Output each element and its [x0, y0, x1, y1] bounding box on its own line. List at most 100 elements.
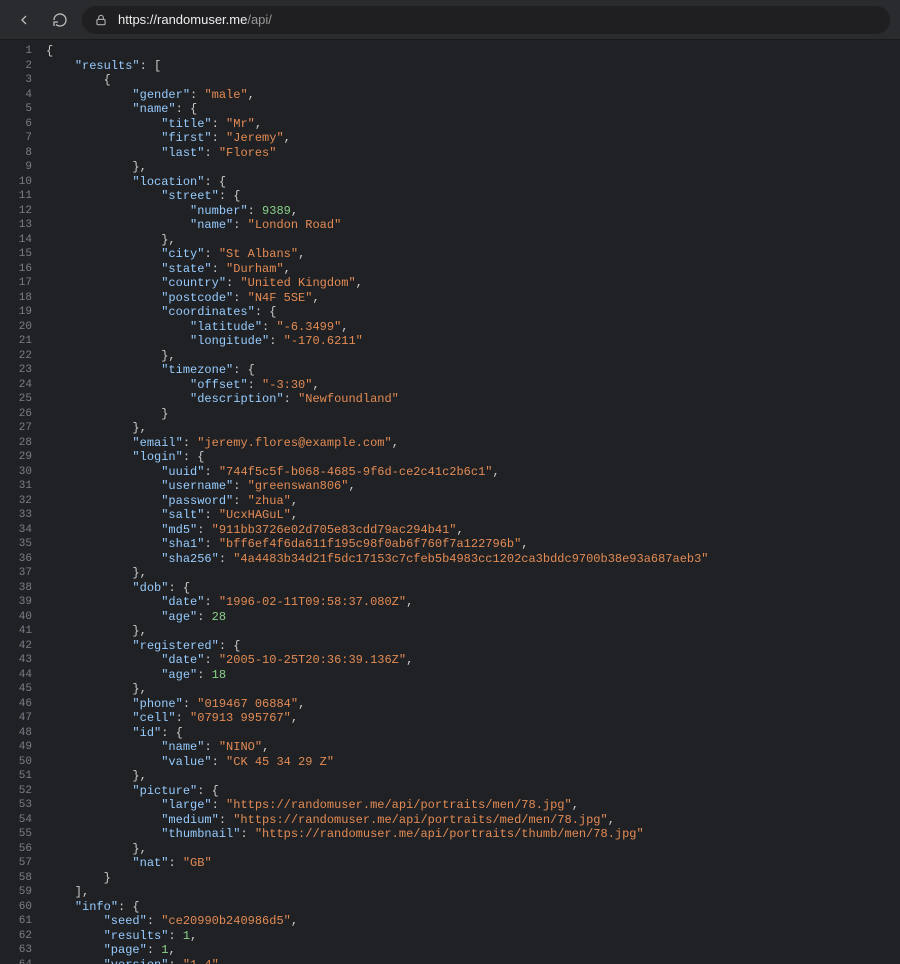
line-content: "id": { — [40, 726, 900, 741]
line-number: 28 — [0, 436, 40, 451]
line-content: "description": "Newfoundland" — [40, 392, 900, 407]
line-number: 18 — [0, 291, 40, 306]
line-number: 3 — [0, 73, 40, 88]
line-number: 17 — [0, 276, 40, 291]
code-line: 13 "name": "London Road" — [0, 218, 900, 233]
line-content: "latitude": "-6.3499", — [40, 320, 900, 335]
line-number: 44 — [0, 668, 40, 683]
line-number: 11 — [0, 189, 40, 204]
line-content: "info": { — [40, 900, 900, 915]
code-line: 45 }, — [0, 682, 900, 697]
line-content: "results": 1, — [40, 929, 900, 944]
code-line: 18 "postcode": "N4F 5SE", — [0, 291, 900, 306]
line-number: 63 — [0, 943, 40, 958]
line-number: 26 — [0, 407, 40, 422]
line-content: ], — [40, 885, 900, 900]
line-number: 60 — [0, 900, 40, 915]
line-number: 25 — [0, 392, 40, 407]
line-number: 64 — [0, 958, 40, 964]
address-bar[interactable]: https://randomuser.me/api/ — [82, 6, 890, 34]
code-line: 49 "name": "NINO", — [0, 740, 900, 755]
code-line: 8 "last": "Flores" — [0, 146, 900, 161]
code-line: 46 "phone": "019467 06884", — [0, 697, 900, 712]
code-line: 15 "city": "St Albans", — [0, 247, 900, 262]
arrow-left-icon — [16, 12, 32, 28]
line-number: 23 — [0, 363, 40, 378]
line-content: "results": [ — [40, 59, 900, 74]
code-line: 64 "version": "1.4" — [0, 958, 900, 964]
code-line: 4 "gender": "male", — [0, 88, 900, 103]
line-number: 59 — [0, 885, 40, 900]
code-line: 16 "state": "Durham", — [0, 262, 900, 277]
line-content: "first": "Jeremy", — [40, 131, 900, 146]
line-content: "md5": "911bb3726e02d705e83cdd79ac294b41… — [40, 523, 900, 538]
line-number: 49 — [0, 740, 40, 755]
code-line: 28 "email": "jeremy.flores@example.com", — [0, 436, 900, 451]
line-number: 53 — [0, 798, 40, 813]
code-line: 42 "registered": { — [0, 639, 900, 654]
line-content: { — [40, 73, 900, 88]
line-number: 39 — [0, 595, 40, 610]
line-content: "name": "NINO", — [40, 740, 900, 755]
line-content: "page": 1, — [40, 943, 900, 958]
code-line: 57 "nat": "GB" — [0, 856, 900, 871]
line-number: 31 — [0, 479, 40, 494]
line-content: "age": 18 — [40, 668, 900, 683]
line-content: "value": "CK 45 34 29 Z" — [40, 755, 900, 770]
line-content: "registered": { — [40, 639, 900, 654]
line-content: "phone": "019467 06884", — [40, 697, 900, 712]
line-content: }, — [40, 769, 900, 784]
line-content: }, — [40, 682, 900, 697]
code-line: 34 "md5": "911bb3726e02d705e83cdd79ac294… — [0, 523, 900, 538]
line-content: "password": "zhua", — [40, 494, 900, 509]
line-content: }, — [40, 842, 900, 857]
reload-button[interactable] — [46, 6, 74, 34]
code-line: 37 }, — [0, 566, 900, 581]
line-number: 10 — [0, 175, 40, 190]
line-number: 7 — [0, 131, 40, 146]
line-content: "city": "St Albans", — [40, 247, 900, 262]
code-line: 9 }, — [0, 160, 900, 175]
line-content: } — [40, 407, 900, 422]
line-number: 2 — [0, 59, 40, 74]
line-number: 29 — [0, 450, 40, 465]
code-line: 23 "timezone": { — [0, 363, 900, 378]
line-content: "large": "https://randomuser.me/api/port… — [40, 798, 900, 813]
line-content: "version": "1.4" — [40, 958, 900, 964]
code-line: 52 "picture": { — [0, 784, 900, 799]
code-line: 48 "id": { — [0, 726, 900, 741]
code-line: 38 "dob": { — [0, 581, 900, 596]
code-line: 29 "login": { — [0, 450, 900, 465]
line-content: { — [40, 44, 900, 59]
code-line: 3 { — [0, 73, 900, 88]
line-content: "location": { — [40, 175, 900, 190]
line-content: "number": 9389, — [40, 204, 900, 219]
code-line: 21 "longitude": "-170.6211" — [0, 334, 900, 349]
code-line: 59 ], — [0, 885, 900, 900]
line-content: }, — [40, 421, 900, 436]
code-line: 6 "title": "Mr", — [0, 117, 900, 132]
line-content: "country": "United Kingdom", — [40, 276, 900, 291]
line-content: "picture": { — [40, 784, 900, 799]
line-number: 33 — [0, 508, 40, 523]
line-number: 20 — [0, 320, 40, 335]
code-line: 1{ — [0, 44, 900, 59]
line-content: "sha256": "4a4483b34d21f5dc17153c7cfeb5b… — [40, 552, 900, 567]
code-line: 35 "sha1": "bff6ef4f6da611f195c98f0ab6f7… — [0, 537, 900, 552]
reload-icon — [52, 12, 68, 28]
line-number: 22 — [0, 349, 40, 364]
line-number: 8 — [0, 146, 40, 161]
code-line: 24 "offset": "-3:30", — [0, 378, 900, 393]
line-content: "login": { — [40, 450, 900, 465]
back-button[interactable] — [10, 6, 38, 34]
line-number: 56 — [0, 842, 40, 857]
line-number: 46 — [0, 697, 40, 712]
line-content: "thumbnail": "https://randomuser.me/api/… — [40, 827, 900, 842]
line-number: 15 — [0, 247, 40, 262]
line-number: 30 — [0, 465, 40, 480]
line-number: 27 — [0, 421, 40, 436]
line-content: "medium": "https://randomuser.me/api/por… — [40, 813, 900, 828]
line-content: "seed": "ce20990b240986d5", — [40, 914, 900, 929]
url-text: https://randomuser.me/api/ — [118, 12, 272, 27]
json-viewer[interactable]: 1{2 "results": [3 {4 "gender": "male",5 … — [0, 40, 900, 964]
